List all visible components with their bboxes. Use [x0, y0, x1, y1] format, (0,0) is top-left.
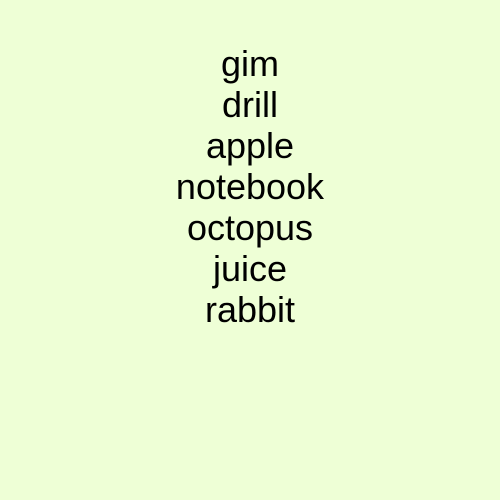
- word-list: gim drill apple notebook octopus juice r…: [0, 43, 500, 330]
- word-item: apple: [205, 125, 295, 166]
- word-item: octopus: [186, 207, 314, 248]
- word-item: rabbit: [204, 289, 296, 330]
- page: gim drill apple notebook octopus juice r…: [0, 0, 500, 500]
- word-item: gim: [220, 43, 279, 84]
- word-item: juice: [212, 248, 288, 289]
- word-item: notebook: [175, 166, 325, 207]
- word-item: drill: [221, 84, 278, 125]
